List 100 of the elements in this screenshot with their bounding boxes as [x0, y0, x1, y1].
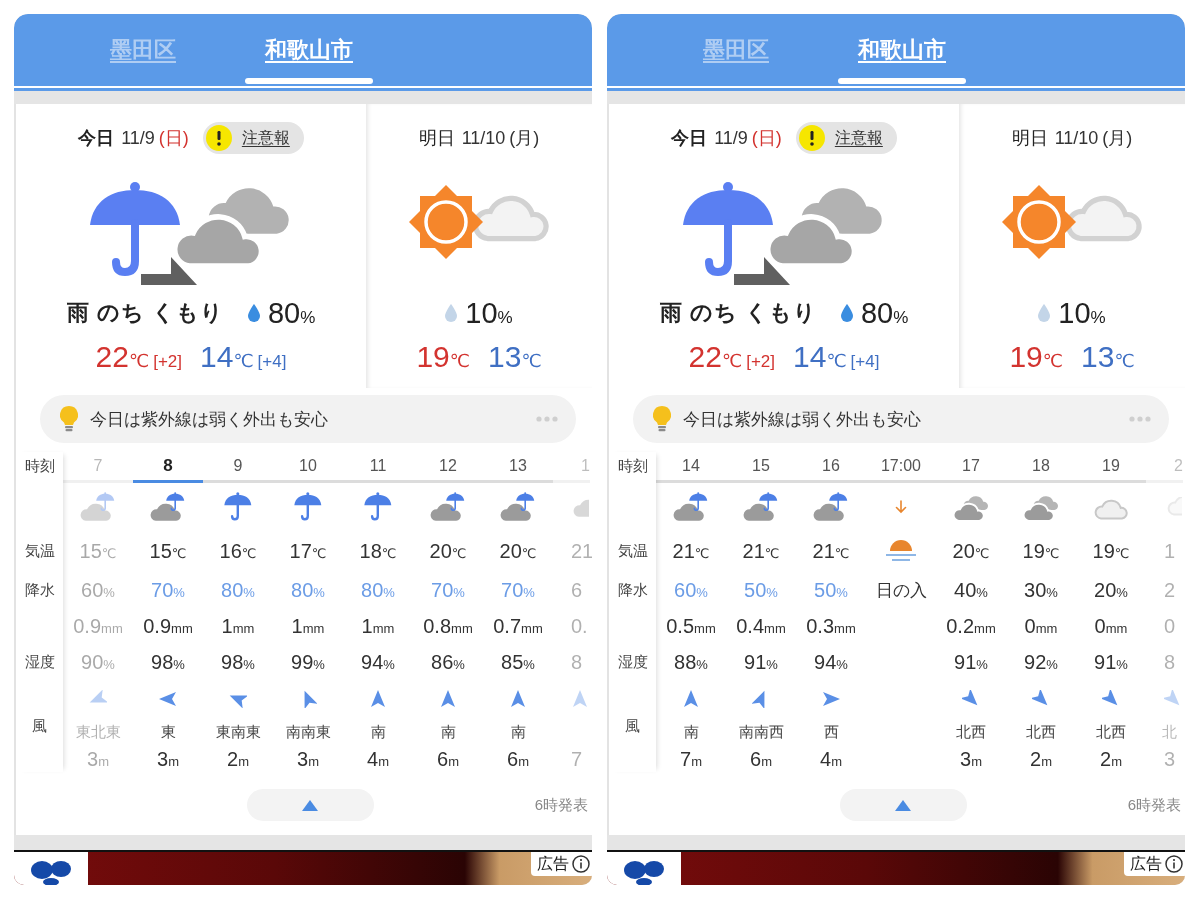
ad-banner[interactable]: 広告 — [14, 850, 592, 885]
temperature-text: 19℃ — [1092, 539, 1130, 563]
precipitation-text: 80% — [361, 578, 395, 602]
tip-bar[interactable]: 今日は紫外線は弱く外出も安心 — [633, 395, 1169, 443]
wind-direction-text: 南南西 — [738, 722, 784, 742]
humidity-text: 99% — [291, 650, 325, 674]
ad-banner[interactable]: 広告 — [607, 850, 1185, 885]
row-label: 風 — [32, 716, 47, 736]
temperature-text: 1 — [1164, 539, 1176, 563]
collapse-button[interactable] — [839, 789, 967, 821]
precipitation-text: 40% — [954, 578, 988, 602]
precipitation-text: 6 — [571, 578, 583, 602]
precipitation-text: 20% — [1094, 578, 1128, 602]
issued-time: 6時発表 — [1127, 795, 1181, 815]
temperature-text: 15℃ — [79, 539, 117, 563]
humidity-text: 98% — [151, 650, 185, 674]
sun-and-cloud-icon — [408, 184, 550, 262]
weekday-text: (日) — [158, 127, 189, 150]
wind-direction-text: 南 — [370, 722, 386, 742]
hour-label: 10 — [299, 457, 317, 475]
rainfall-text: 0. — [571, 614, 588, 638]
humidity-text: 91% — [744, 650, 778, 674]
row-label: 湿度 — [617, 652, 648, 672]
date-text: 11/9 — [121, 127, 155, 149]
weather-summary: 雨 のち くもり — [66, 299, 224, 327]
precipitation-text: 70% — [431, 578, 465, 602]
temperature-text: 18℃ — [359, 539, 397, 563]
up-triangle-icon — [302, 799, 318, 811]
hour-label: 19 — [1102, 457, 1120, 475]
wind-speed-text: 2m — [1100, 747, 1122, 771]
hour-label: 1 — [581, 457, 590, 475]
wind-speed-text: 3m — [87, 747, 109, 771]
exclamation-icon — [798, 125, 825, 151]
alert-link[interactable]: 注意報 — [795, 122, 897, 154]
humidity-text: 92% — [1024, 650, 1058, 674]
day-label: 明日 — [1011, 127, 1048, 150]
rainfall-text: 0mm — [1024, 614, 1058, 638]
temperature-text: 20℃ — [429, 539, 467, 563]
humidity-text: 94% — [814, 650, 848, 674]
humidity-text: 88% — [674, 650, 708, 674]
row-label: 時刻 — [24, 456, 55, 476]
hour-label: 16 — [822, 457, 840, 475]
temperature-text: 20℃ — [952, 539, 990, 563]
high-temperature: 22℃ — [688, 340, 743, 374]
tip-bar[interactable]: 今日は紫外線は弱く外出も安心 — [40, 395, 576, 443]
row-label: 時刻 — [617, 456, 648, 476]
high-temperature: 22℃ — [95, 340, 150, 374]
hour-label: 17:00 — [880, 457, 921, 475]
rainfall-text: 0.3mm — [806, 614, 856, 638]
wind-direction-text: 西 — [823, 722, 839, 742]
wind-speed-text: 7 — [571, 747, 583, 771]
low-temperature: 14℃ — [793, 340, 847, 374]
humidity-text: 90% — [81, 650, 115, 674]
wind-direction-text: 北西 — [1096, 722, 1126, 742]
temperature-text: 16℃ — [219, 539, 257, 563]
wind-speed-text: 7m — [680, 747, 702, 771]
humidity-text: 91% — [954, 650, 988, 674]
alert-link[interactable]: 注意報 — [202, 122, 304, 154]
wind-direction-text: 北西 — [956, 722, 986, 742]
row-label: 湿度 — [24, 652, 55, 672]
wind-speed-text: 6m — [507, 747, 529, 771]
rainfall-text: 0.5mm — [666, 614, 716, 638]
more-icon[interactable] — [536, 416, 558, 422]
ad-info-button[interactable]: 広告 — [1124, 852, 1185, 876]
more-icon[interactable] — [1129, 416, 1151, 422]
row-label: 気温 — [617, 541, 648, 561]
precipitation-text: 80% — [267, 296, 316, 330]
precipitation-text: 10% — [1058, 296, 1106, 330]
collapse-button[interactable] — [246, 789, 374, 821]
day-label: 今日 — [671, 127, 708, 150]
info-icon — [572, 855, 590, 873]
row-label: 風 — [625, 716, 640, 736]
low-temperature: 14℃ — [200, 340, 254, 374]
humidity-text: 85% — [501, 650, 535, 674]
low-temperature-diff: [+4] — [850, 352, 880, 372]
temperature-text: 21℃ — [812, 539, 850, 563]
temperature-text: 15℃ — [149, 539, 187, 563]
sunset-label: 日の入 — [875, 579, 927, 602]
issued-time: 6時発表 — [534, 795, 588, 815]
row-label: 降水 — [617, 580, 648, 600]
date-text: 11/10 — [1054, 127, 1099, 149]
precipitation-text: 60% — [81, 578, 115, 602]
low-temperature: 13℃ — [1081, 340, 1135, 374]
humidity-text: 98% — [221, 650, 255, 674]
humidity-text: 8 — [1164, 650, 1176, 674]
weekday-text: (日) — [751, 127, 782, 150]
day-label: 明日 — [418, 127, 455, 150]
wind-direction-text: 北 — [1162, 722, 1177, 742]
wind-direction-text: 東南東 — [215, 722, 261, 742]
wind-speed-text: 4m — [820, 747, 842, 771]
hour-label: 12 — [439, 457, 457, 475]
temperature-text: 20℃ — [499, 539, 537, 563]
rainfall-text: 0.7mm — [493, 614, 543, 638]
wind-speed-text: 3 — [1164, 747, 1176, 771]
lightbulb-icon — [653, 405, 671, 433]
rainfall-text: 1mm — [291, 614, 325, 638]
ad-info-button[interactable]: 広告 — [531, 852, 592, 876]
sunset-icon — [884, 539, 918, 563]
rainfall-text: 0.2mm — [946, 614, 996, 638]
rainfall-text: 0.9mm — [143, 614, 193, 638]
